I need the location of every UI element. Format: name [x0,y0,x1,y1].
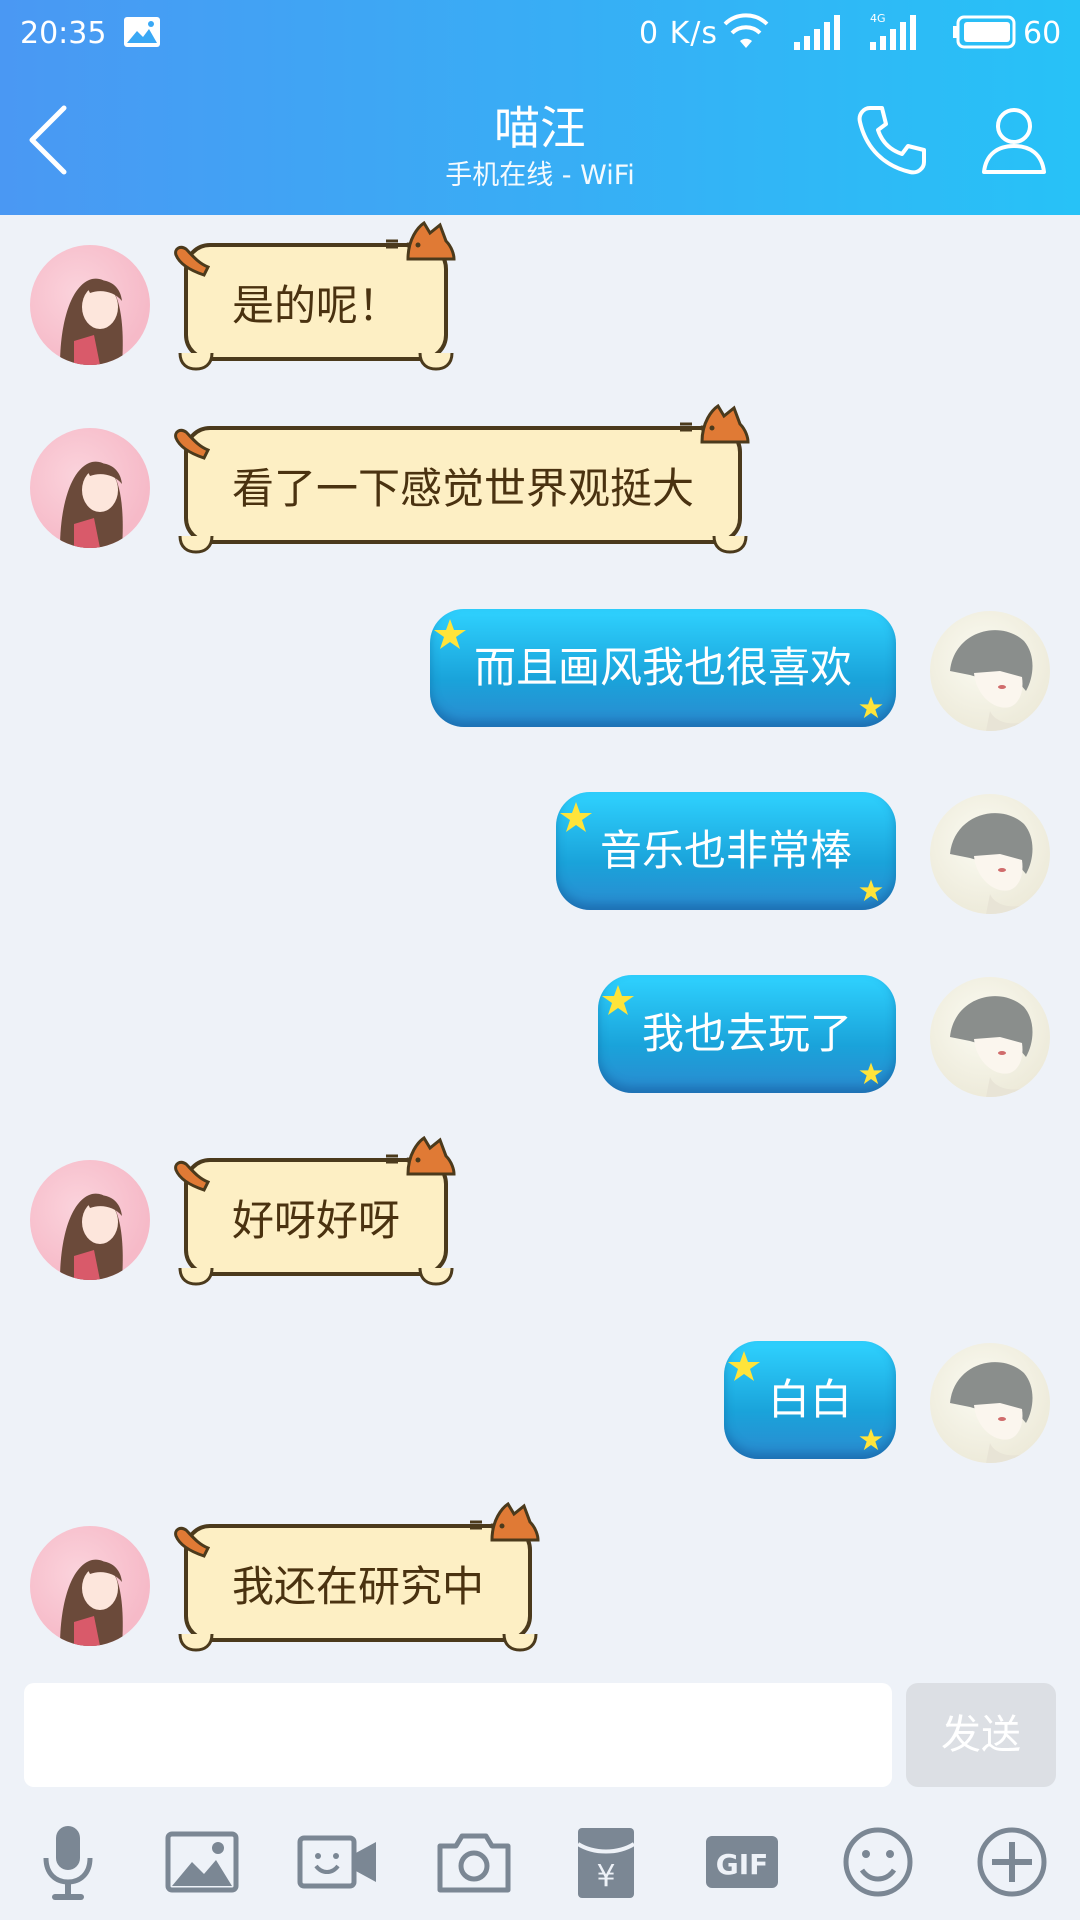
signal-4g-icon: 4G [870,12,916,50]
red-packet-icon[interactable]: ¥ [564,1820,648,1904]
svg-text:4G: 4G [870,12,886,25]
cat-tail-icon [174,1526,210,1558]
star-icon [859,1062,883,1085]
message-text: 我还在研究中 [232,1562,485,1611]
emoji-icon[interactable] [836,1820,920,1904]
video-icon[interactable] [296,1820,380,1904]
my-avatar[interactable] [930,977,1050,1097]
camera-icon[interactable] [432,1820,516,1904]
message-row: 我也去玩了 [0,947,1080,1097]
contact-avatar[interactable] [30,428,150,548]
star-icon [559,802,592,832]
message-input[interactable] [24,1683,892,1787]
gif-icon[interactable]: GIF [700,1820,784,1904]
battery-level: 60 [1023,16,1062,51]
message-row: 好呀好呀 [0,1130,1080,1286]
cat-tail-icon [174,428,210,460]
image-icon[interactable] [160,1820,244,1904]
cat-paw-icon [178,352,214,371]
star-icon [727,1351,760,1381]
cat-paw-icon [712,535,748,554]
my-avatar[interactable] [930,1343,1050,1463]
message-text: 我也去玩了 [641,1009,852,1058]
received-message-bubble[interactable]: 好呀好呀 [174,1135,456,1286]
cat-paw-icon [418,1267,454,1286]
my-avatar[interactable] [930,611,1050,731]
header: 20:35 0 K/s 4G 60 喵汪 手机在线 - WiFi [0,0,1080,215]
cat-tail-icon [174,245,210,277]
cat-tail-icon [174,1160,210,1192]
cat-decoration-icon [470,1501,540,1542]
cat-paw-icon [178,535,214,554]
contact-avatar[interactable] [30,245,150,365]
message-text: 看了一下感觉世界观挺大 [232,464,695,513]
message-row: 我还在研究中 [0,1496,1080,1652]
star-icon [433,619,466,649]
battery-icon [953,15,1016,49]
received-message-bubble[interactable]: 看了一下感觉世界观挺大 [174,403,750,554]
star-icon [859,879,883,902]
sent-message-bubble[interactable]: 我也去玩了 [597,975,896,1093]
plus-icon[interactable] [970,1820,1054,1904]
star-icon [859,696,883,719]
status-time: 20:35 [20,16,107,51]
message-text: 而且画风我也很喜欢 [473,643,852,692]
network-speed: 0 K/s [639,16,719,51]
cat-decoration-icon [386,220,456,261]
star-icon [859,1428,883,1451]
cat-paw-icon [178,1267,214,1286]
my-avatar[interactable] [930,794,1050,914]
message-text: 音乐也非常棒 [599,826,852,875]
cat-paw-icon [178,1633,214,1652]
message-row: 是的呢！ [0,215,1080,371]
star-icon [601,985,634,1015]
sent-message-bubble[interactable]: 音乐也非常棒 [555,792,896,910]
wifi-icon [723,13,769,48]
svg-text:¥: ¥ [596,1859,615,1894]
sent-message-bubble[interactable]: 而且画风我也很喜欢 [429,609,896,727]
status-bar: 20:35 0 K/s 4G 60 [0,0,1080,70]
message-text: 是的呢！ [232,281,401,330]
toolbar: ¥ GIF [0,1800,1080,1920]
chat-area[interactable]: 是的呢！ 看了一下感觉世界观挺大而且画风我也很喜欢音乐也非常棒我也去玩了好呀好呀白… [0,215,1080,1675]
cat-decoration-icon [386,1135,456,1176]
message-text: 白白 [767,1375,852,1424]
message-row: 而且画风我也很喜欢 [0,581,1080,731]
signal-icon [794,15,840,50]
message-row: 看了一下感觉世界观挺大 [0,398,1080,554]
contact-avatar[interactable] [30,1160,150,1280]
message-text: 好呀好呀 [232,1196,401,1245]
send-button[interactable]: 发送 [906,1683,1056,1787]
cat-decoration-icon [680,403,750,444]
svg-text:GIF: GIF [716,1848,769,1881]
message-row: 白白 [0,1313,1080,1463]
microphone-icon[interactable] [26,1820,110,1904]
received-message-bubble[interactable]: 是的呢！ [174,220,456,371]
phone-icon[interactable] [852,100,932,180]
contact-avatar[interactable] [30,1526,150,1646]
gallery-notification-icon [124,17,160,47]
sent-message-bubble[interactable]: 白白 [723,1341,896,1459]
profile-icon[interactable] [974,100,1054,180]
cat-paw-icon [418,352,454,371]
received-message-bubble[interactable]: 我还在研究中 [174,1501,540,1652]
cat-paw-icon [502,1633,538,1652]
message-row: 音乐也非常棒 [0,764,1080,914]
